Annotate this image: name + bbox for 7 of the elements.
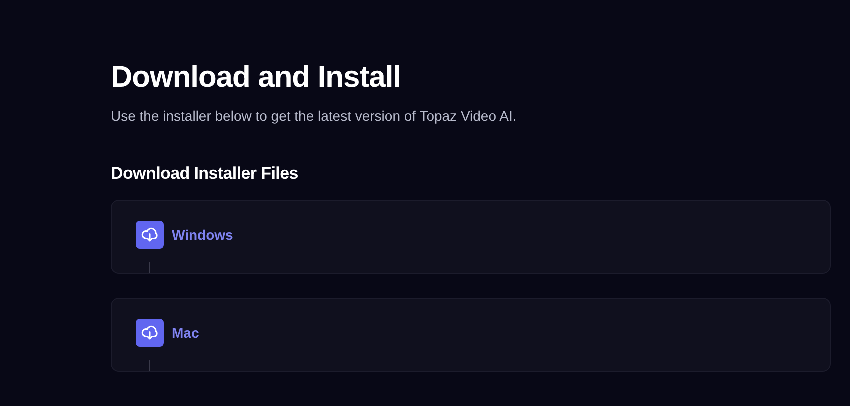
cloud-download-icon — [136, 221, 164, 249]
section-heading: Download Installer Files — [111, 163, 298, 185]
cloud-download-icon — [136, 319, 164, 347]
download-link[interactable]: Mac — [136, 319, 200, 347]
page-title: Download and Install — [111, 60, 402, 96]
download-link[interactable]: Windows — [136, 221, 234, 249]
page-subtitle: Use the installer below to get the latest version of Topaz Video AI. — [111, 107, 517, 126]
